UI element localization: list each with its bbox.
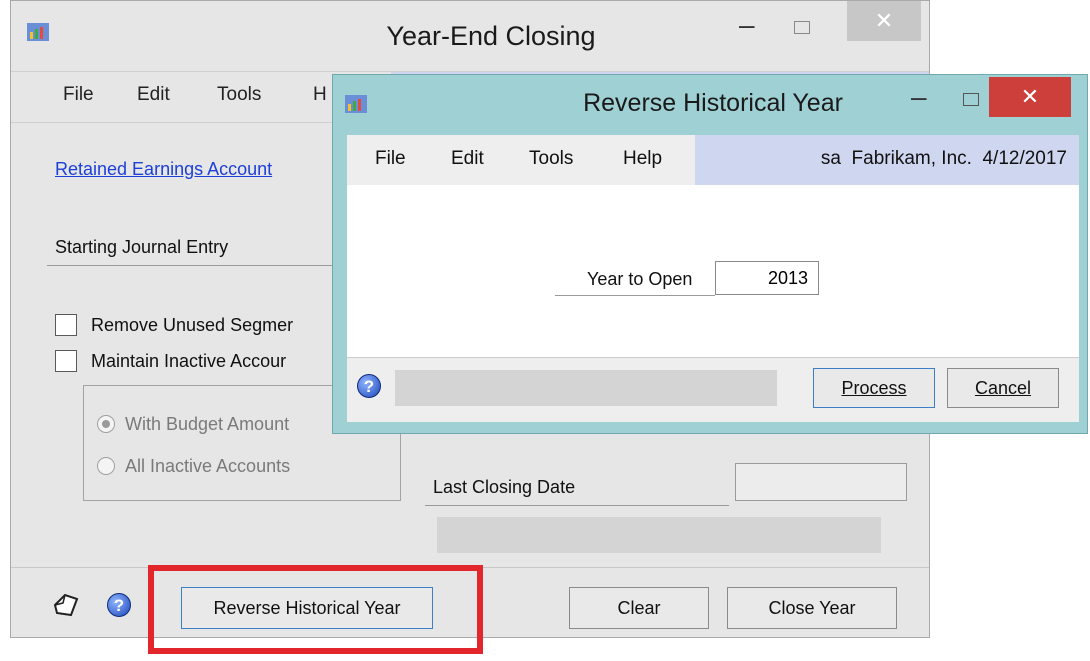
remove-unused-segments-checkbox[interactable] [55,314,77,336]
menu-tools[interactable]: Tools [529,148,573,170]
menu-file[interactable]: File [63,84,94,106]
maintain-inactive-accounts-label: Maintain Inactive Accour [91,351,287,371]
remove-unused-segments-label: Remove Unused Segmer [91,315,294,335]
cancel-button[interactable]: Cancel [947,368,1059,408]
starting-journal-entry-label: Starting Journal Entry [55,237,229,257]
process-button[interactable]: Process [813,368,935,408]
process-button-label: Process [841,378,907,398]
maximize-icon[interactable] [963,93,979,106]
clear-button[interactable]: Clear [569,587,709,629]
reverse-historical-year-window: Reverse Historical Year – ✕ sa Fabrikam,… [332,74,1088,434]
window-title: Reverse Historical Year [583,89,843,117]
status-bar: ? Process Cancel [347,357,1079,422]
menu-edit[interactable]: Edit [137,84,170,106]
maximize-icon[interactable] [794,21,810,34]
app-icon [345,95,367,113]
user-company-date: sa Fabrikam, Inc. 4/12/2017 [820,148,1067,169]
menu-bar: sa Fabrikam, Inc. 4/12/2017 File Edit To… [347,135,1079,185]
menu-tools[interactable]: Tools [217,84,261,106]
menu-help[interactable]: H [313,84,327,106]
menu-help[interactable]: Help [623,148,662,170]
with-budget-amount-radio[interactable] [97,415,115,433]
title-bar[interactable]: Year-End Closing – ✕ [11,1,929,69]
close-year-button[interactable]: Close Year [727,587,897,629]
divider [425,505,729,506]
year-to-open-field[interactable]: 2013 [715,261,819,295]
cancel-button-label: Cancel [974,378,1032,398]
menu-info-strip: sa Fabrikam, Inc. 4/12/2017 [695,135,1079,185]
menu-file[interactable]: File [375,148,406,170]
dialog-body: Year to Open 2013 [347,185,1079,357]
divider [555,295,715,296]
close-icon[interactable]: ✕ [847,1,921,41]
highlight-box [148,565,483,654]
progress-bar [437,517,881,553]
minimize-icon[interactable]: – [739,9,755,41]
help-icon[interactable]: ? [357,374,381,398]
note-icon[interactable] [51,591,81,619]
window-title: Year-End Closing [386,21,596,51]
with-budget-amount-label: With Budget Amount [125,414,290,434]
app-icon [27,23,49,41]
divider [47,265,347,266]
help-icon[interactable]: ? [107,593,131,617]
menu-edit[interactable]: Edit [451,148,484,170]
retained-earnings-account-link[interactable]: Retained Earnings Account [55,159,272,180]
progress-bar [395,370,777,406]
maintain-inactive-accounts-checkbox[interactable] [55,350,77,372]
last-closing-date-field [735,463,907,501]
radio-selected-dot [102,420,110,428]
last-closing-date-label: Last Closing Date [433,477,576,497]
close-icon[interactable]: ✕ [989,77,1071,117]
all-inactive-accounts-label: All Inactive Accounts [125,456,291,476]
all-inactive-accounts-radio[interactable] [97,457,115,475]
year-to-open-label: Year to Open [587,269,693,289]
minimize-icon[interactable]: – [911,81,927,113]
